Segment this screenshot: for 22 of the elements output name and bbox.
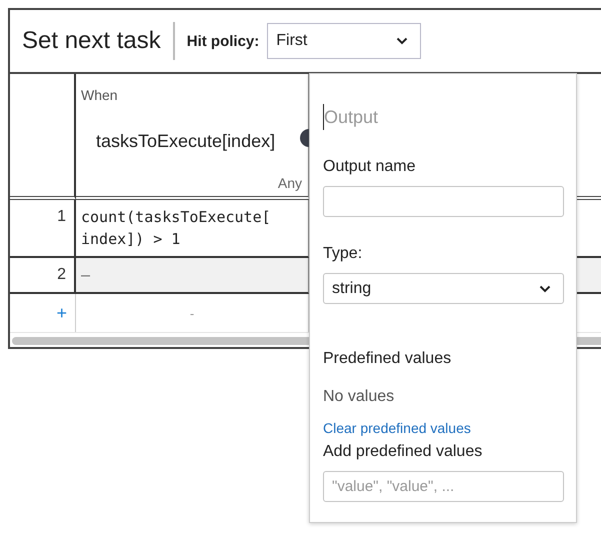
chevron-down-icon bbox=[396, 37, 408, 45]
table-cell[interactable]: – bbox=[76, 258, 309, 294]
chevron-down-icon bbox=[539, 284, 551, 292]
hit-policy-label: Hit policy: bbox=[186, 32, 260, 50]
hit-policy-dropdown[interactable]: First bbox=[267, 23, 422, 59]
empty-message: No values bbox=[323, 388, 394, 406]
column-type: Any bbox=[278, 175, 302, 191]
clear-values-link[interactable]: Clear predefined values bbox=[323, 420, 471, 436]
row-number: 2 bbox=[57, 266, 66, 283]
field-label: Output name bbox=[323, 158, 416, 176]
section-title: Predefined values bbox=[323, 350, 452, 368]
field-label: Add predefined values bbox=[323, 443, 482, 461]
table-cell: - bbox=[190, 306, 194, 320]
row-number: 1 bbox=[57, 208, 66, 225]
input-expression: tasksToExecute[index] bbox=[96, 131, 276, 152]
field-label: Type: bbox=[323, 245, 362, 263]
output-name-field[interactable] bbox=[323, 186, 564, 217]
table-title: Set next task bbox=[22, 27, 161, 55]
type-dropdown[interactable]: string bbox=[323, 273, 564, 304]
column-label: When bbox=[81, 87, 118, 103]
add-row-button[interactable]: + bbox=[56, 302, 67, 324]
values-field[interactable]: "value", "value", ... bbox=[323, 471, 564, 502]
